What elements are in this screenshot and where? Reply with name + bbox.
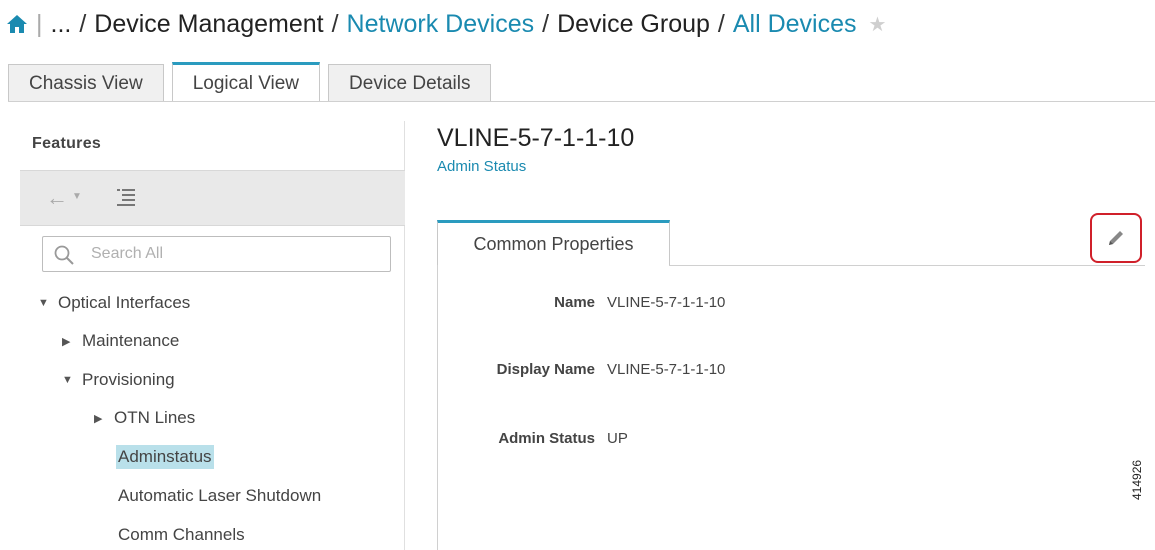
tree-label: Maintenance — [82, 331, 180, 350]
object-subtitle[interactable]: Admin Status — [437, 158, 526, 175]
features-toolbar: ← ▼ — [20, 170, 405, 226]
tab-common-properties[interactable]: Common Properties — [437, 220, 670, 266]
properties-divider — [669, 265, 1145, 266]
search-box — [42, 236, 391, 272]
property-row-admin-status: Admin Status UP — [437, 426, 1137, 450]
dropdown-caret-icon[interactable]: ▼ — [72, 191, 82, 202]
breadcrumb-divider: | — [36, 9, 43, 38]
breadcrumb-separator: / — [331, 9, 339, 38]
caret-down-icon[interactable]: ▼ — [38, 297, 58, 309]
breadcrumb: | ... / Device Management / Network Devi… — [6, 6, 886, 42]
property-row-display-name: Display Name VLINE-5-7-1-1-10 — [437, 357, 1137, 381]
edit-button[interactable] — [1090, 213, 1142, 263]
tree-label: Adminstatus — [116, 445, 214, 469]
caret-down-icon[interactable]: ▼ — [62, 374, 82, 386]
search-icon — [54, 245, 74, 265]
tree-item-comm-channels[interactable]: Comm Channels — [118, 521, 245, 549]
tree-item-otn-lines[interactable]: ▶ OTN Lines — [94, 404, 195, 432]
breadcrumb-separator: / — [542, 9, 550, 38]
tree-item-optical-interfaces[interactable]: ▼ Optical Interfaces — [38, 289, 190, 317]
expand-all-icon[interactable] — [116, 187, 136, 207]
view-tabs: Chassis View Logical View Device Details — [8, 62, 1155, 102]
tree-item-provisioning[interactable]: ▼ Provisioning — [62, 366, 175, 394]
tree-label: Automatic Laser Shutdown — [118, 486, 322, 505]
property-value: VLINE-5-7-1-1-10 — [607, 293, 726, 311]
features-panel: Features ← ▼ ▼ Optical Interfaces ▶ Main… — [20, 121, 405, 550]
tree-label: Optical Interfaces — [58, 293, 191, 312]
tree-item-maintenance[interactable]: ▶ Maintenance — [62, 327, 179, 355]
star-icon[interactable]: ★ — [869, 12, 887, 37]
figure-id: 414926 — [1130, 459, 1144, 500]
property-row-name: Name VLINE-5-7-1-1-10 — [437, 290, 1137, 314]
breadcrumb-separator: / — [79, 9, 87, 38]
pencil-icon — [1109, 231, 1123, 245]
breadcrumb-all-devices[interactable]: All Devices — [733, 10, 857, 39]
object-title: VLINE-5-7-1-1-10 — [437, 124, 635, 152]
breadcrumb-device-group: Device Group — [557, 9, 710, 38]
tree-item-automatic-laser-shutdown[interactable]: Automatic Laser Shutdown — [118, 482, 321, 510]
property-label: Display Name — [496, 360, 595, 378]
property-label: Admin Status — [498, 429, 595, 447]
home-icon[interactable] — [6, 13, 28, 35]
tree-label: Provisioning — [82, 370, 175, 389]
property-label: Name — [554, 293, 595, 311]
tree-label: OTN Lines — [114, 408, 196, 427]
tree-item-adminstatus[interactable]: Adminstatus — [116, 443, 214, 471]
tabs-divider — [8, 101, 1155, 102]
caret-right-icon[interactable]: ▶ — [94, 412, 114, 425]
tab-device-details[interactable]: Device Details — [328, 64, 492, 102]
property-value: UP — [607, 429, 628, 447]
property-value: VLINE-5-7-1-1-10 — [607, 360, 726, 378]
breadcrumb-device-management: Device Management — [94, 9, 324, 38]
back-arrow-icon[interactable]: ← — [46, 185, 68, 211]
tree-label: Comm Channels — [118, 525, 245, 544]
search-input[interactable] — [91, 237, 381, 271]
breadcrumb-network-devices[interactable]: Network Devices — [347, 10, 535, 39]
tab-logical-view[interactable]: Logical View — [171, 62, 321, 102]
breadcrumb-ellipsis[interactable]: ... — [51, 10, 72, 39]
features-title: Features — [32, 135, 102, 152]
caret-right-icon[interactable]: ▶ — [62, 335, 82, 348]
tab-chassis-view[interactable]: Chassis View — [8, 64, 164, 102]
breadcrumb-separator: / — [717, 9, 725, 38]
